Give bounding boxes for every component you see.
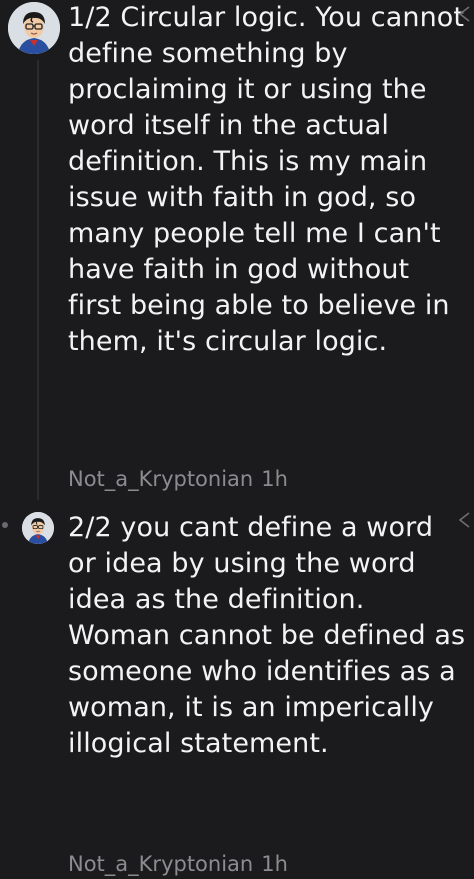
chevron-left-icon[interactable]	[458, 512, 470, 528]
comment-meta: Not_a_Kryptonian 1h	[68, 851, 288, 877]
comment-text: 1/2 Circular logic. You cannot define so…	[68, 2, 465, 357]
superhero-avatar-icon	[8, 2, 60, 54]
chevron-left-icon[interactable]	[458, 6, 470, 22]
superhero-avatar-icon	[22, 512, 54, 544]
avatar[interactable]	[22, 512, 54, 544]
thread-line	[37, 60, 39, 500]
thread-dot	[2, 522, 8, 528]
avatar[interactable]	[8, 2, 60, 54]
timestamp: 1h	[261, 852, 288, 876]
author-name[interactable]: Not_a_Kryptonian	[68, 467, 253, 491]
comment-text: 2/2 you cant define a word or idea by us…	[68, 512, 466, 759]
comment-meta: Not_a_Kryptonian 1h	[68, 466, 288, 492]
timestamp: 1h	[261, 467, 288, 491]
author-name[interactable]: Not_a_Kryptonian	[68, 852, 253, 876]
